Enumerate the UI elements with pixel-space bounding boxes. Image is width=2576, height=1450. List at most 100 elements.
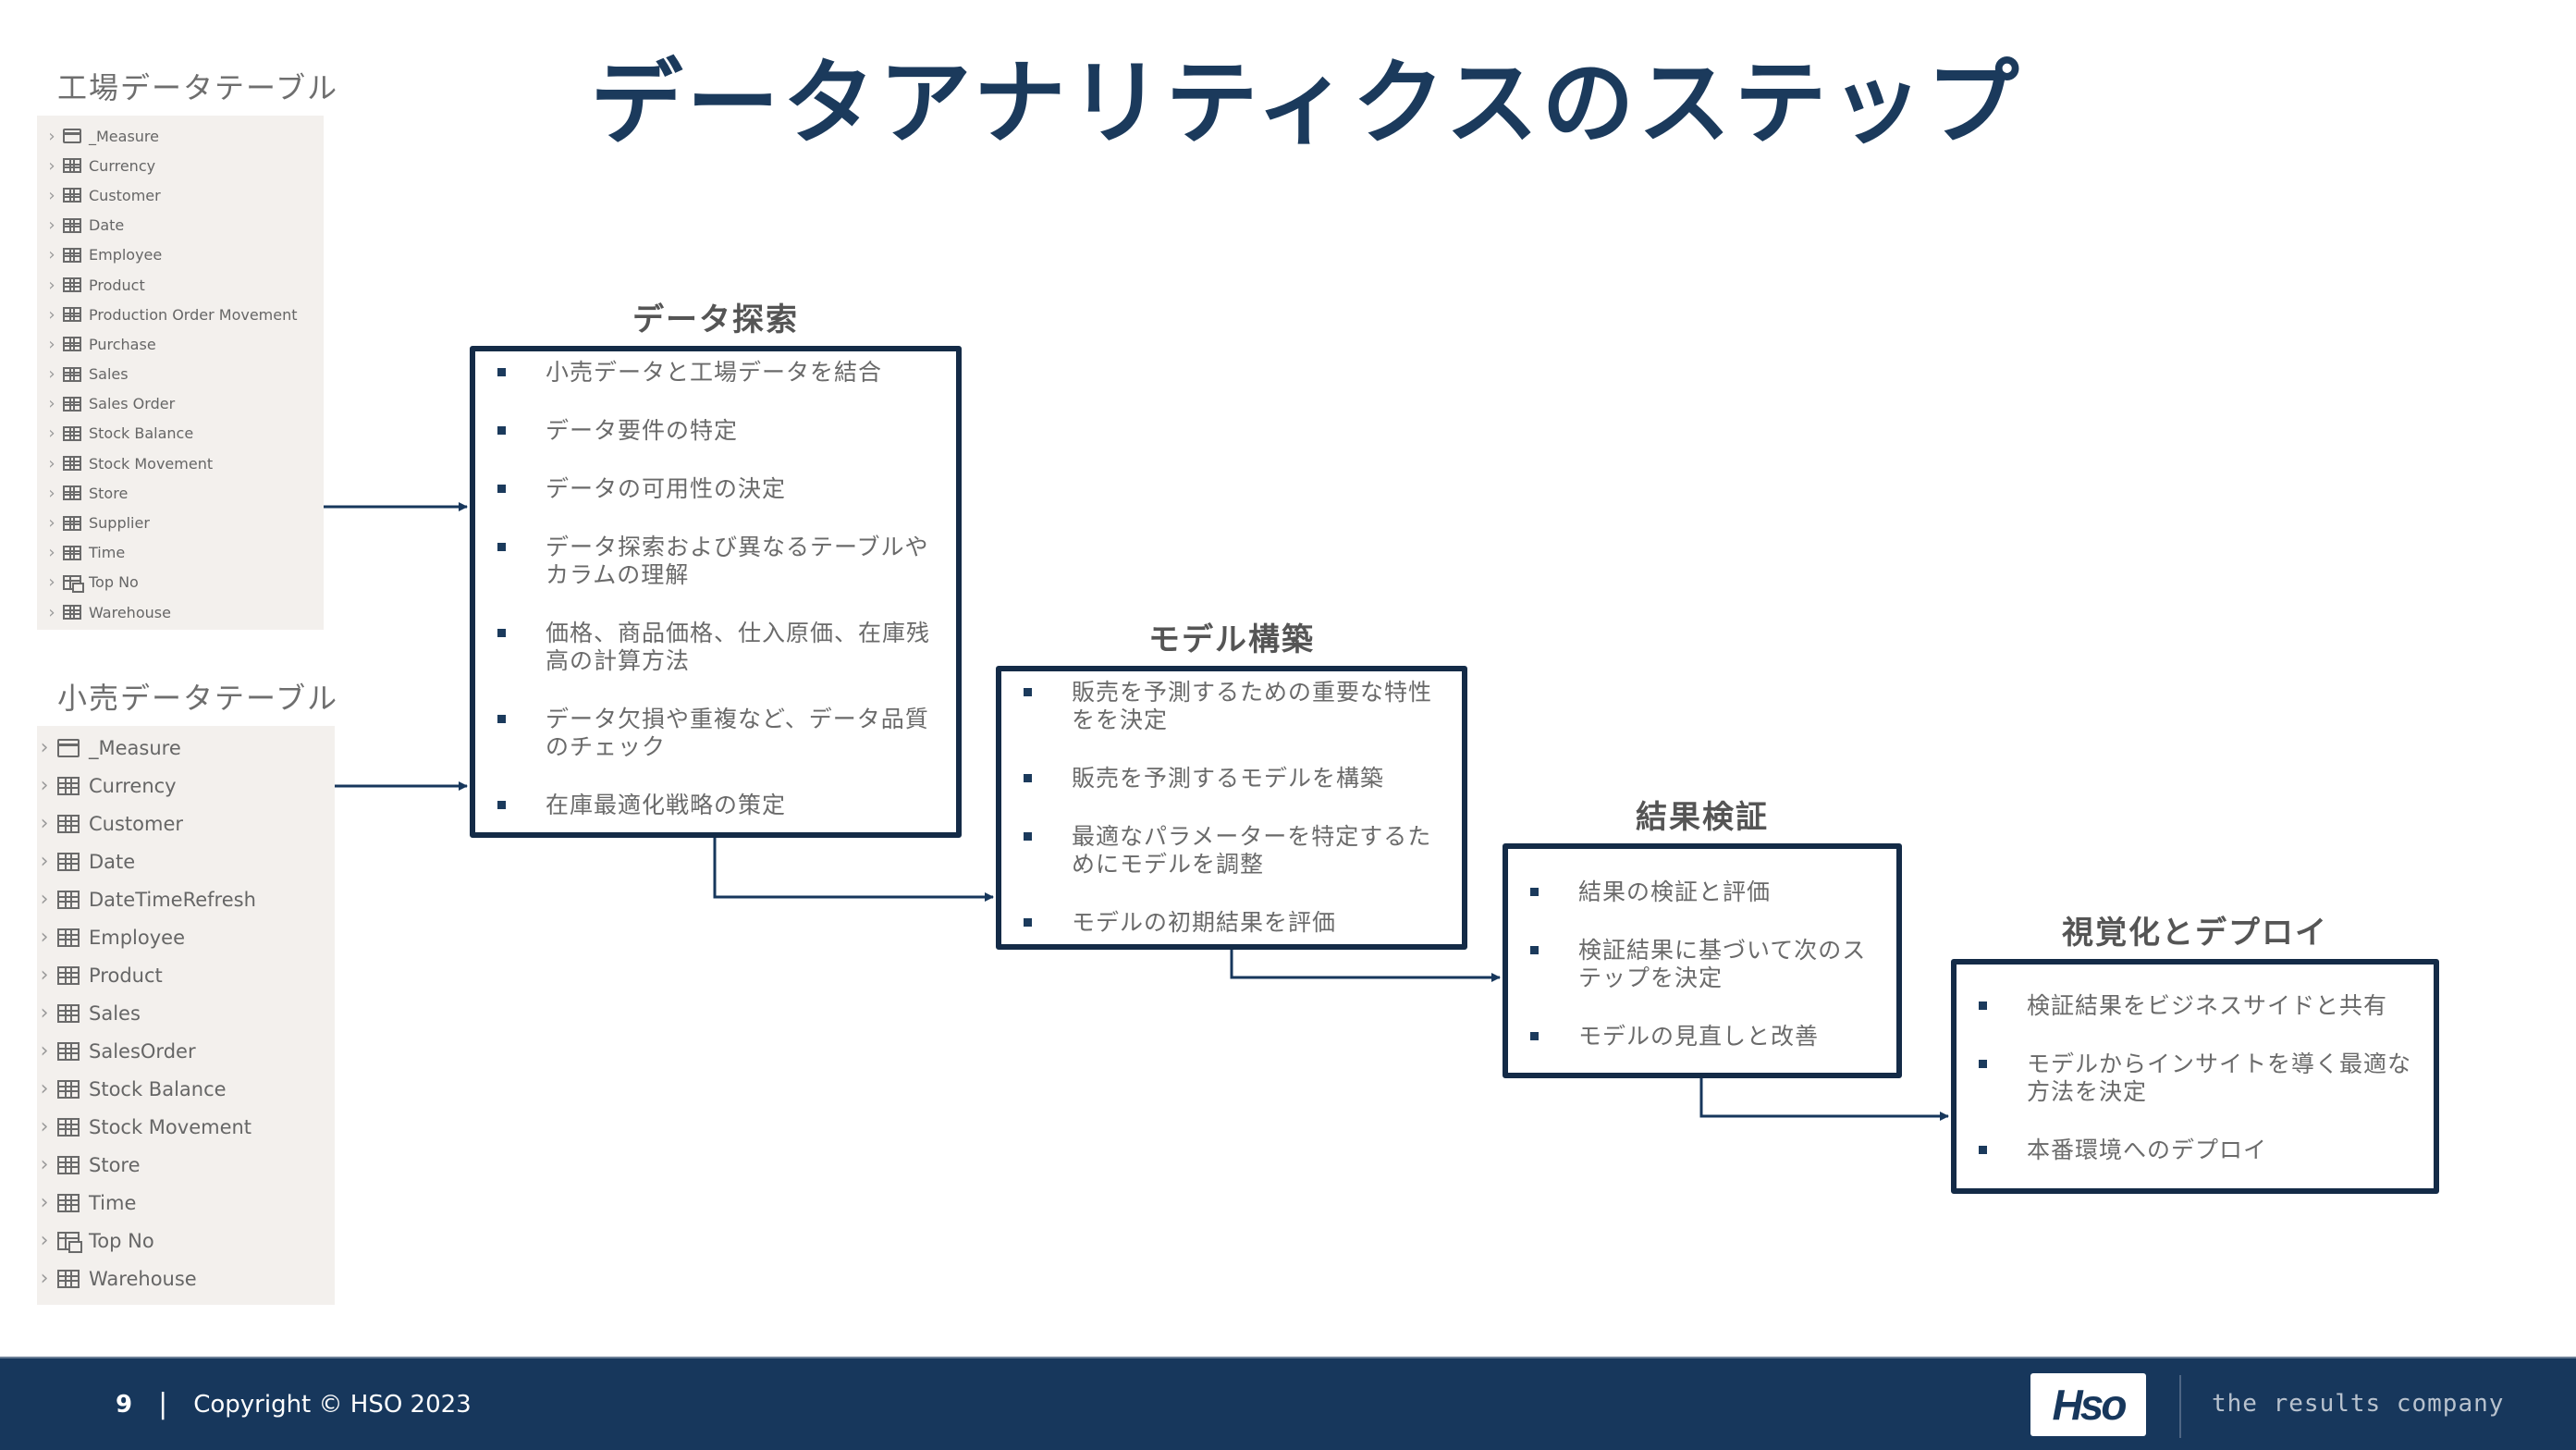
chevron-right-icon[interactable]: › [37,926,52,949]
table-list-item[interactable]: › Stock Movement [37,449,324,478]
chevron-right-icon[interactable]: › [37,1077,52,1100]
table-list-item[interactable]: › Product [37,270,324,300]
chevron-right-icon[interactable]: › [37,964,52,987]
chevron-right-icon[interactable]: › [44,364,59,384]
table-name: Sales [89,365,129,384]
chevron-right-icon[interactable]: › [44,245,59,264]
table-icon [63,605,81,621]
chevron-right-icon[interactable]: › [37,1153,52,1176]
table-name: Stock Movement [89,454,214,473]
chevron-right-icon[interactable]: › [44,603,59,622]
table-list-item[interactable]: › Stock Balance [37,419,324,449]
chevron-right-icon[interactable]: › [37,1267,52,1290]
chevron-right-icon[interactable]: › [37,1001,52,1025]
hso-logo: Hso [2030,1373,2146,1436]
chevron-right-icon[interactable]: › [44,276,59,295]
chevron-right-icon[interactable]: › [44,484,59,503]
chevron-right-icon[interactable]: › [44,572,59,592]
square-bullet-icon [497,368,506,376]
table-icon [57,890,80,909]
table-list-item[interactable]: › Employee [37,240,324,270]
table-name: Employee [89,926,186,949]
square-bullet-icon [1979,1060,1987,1068]
table-name: Supplier [89,514,150,533]
chevron-right-icon[interactable]: › [44,186,59,205]
table-list-item[interactable]: › Warehouse [37,597,324,627]
step-bullet-item: データ探索および異なるテーブルやカラムの理解 [492,534,938,589]
bullet-text: 結果の検証と評価 [1578,879,1772,905]
chevron-right-icon[interactable]: › [37,812,52,835]
table-icon [63,396,81,412]
chevron-right-icon[interactable]: › [37,850,52,873]
chevron-right-icon[interactable]: › [37,1229,52,1252]
chevron-right-icon[interactable]: › [44,127,59,146]
bullet-text: データ欠損や重複など、データ品質のチェック [546,706,929,760]
chevron-right-icon[interactable]: › [37,1115,52,1138]
chevron-right-icon[interactable]: › [37,736,52,759]
table-list-item[interactable]: › _Measure [37,729,335,767]
bullet-text: データ探索および異なるテーブルやカラムの理解 [546,534,929,588]
chevron-right-icon[interactable]: › [44,215,59,235]
table-list-item[interactable]: › Store [37,1146,335,1184]
table-icon [63,247,81,263]
table-name: Store [89,484,129,502]
chevron-right-icon[interactable]: › [44,335,59,354]
table-name: Product [89,276,145,294]
table-list-item[interactable]: › Date [37,211,324,240]
table-list-item[interactable]: › Sales Order [37,389,324,419]
table-list-item[interactable]: › DateTimeRefresh [37,880,335,918]
chevron-right-icon[interactable]: › [44,305,59,325]
table-list-item[interactable]: › Currency [37,767,335,805]
table-list-item[interactable]: › Customer [37,805,335,842]
arrow-model-to-validation [1230,950,1501,982]
table-list-item[interactable]: › Time [37,1184,335,1222]
table-icon [63,545,81,560]
chevron-right-icon[interactable]: › [44,424,59,443]
table-list-item[interactable]: › Supplier [37,508,324,537]
calculated-table-icon [63,574,84,593]
table-list-item[interactable]: › Employee [37,918,335,956]
step-bullet-item: 小売データと工場データを結合 [492,359,938,387]
square-bullet-icon [497,485,506,493]
table-list-item[interactable]: › Top No [37,568,324,597]
table-icon [63,515,81,531]
step-bullet-item: 検証結果をビジネスサイドと共有 [1973,992,2415,1020]
bullet-text: 販売を予測するための重要な特性をを決定 [1072,679,1433,733]
chevron-right-icon[interactable]: › [37,888,52,911]
table-list-item[interactable]: › Date [37,842,335,880]
table-list-item[interactable]: › Stock Balance [37,1070,335,1108]
step-bullet-item: 検証結果に基づいて次のステップを決定 [1525,937,1878,992]
table-name: Stock Movement [89,1115,252,1138]
table-list-item[interactable]: › Customer [37,180,324,210]
table-list-item[interactable]: › Purchase [37,329,324,359]
step-bullet-item: モデルからインサイトを導く最適な方法を決定 [1973,1051,2415,1106]
table-list-item[interactable]: › Stock Movement [37,1108,335,1146]
table-list-item[interactable]: › Sales [37,994,335,1032]
table-name: Customer [89,186,161,204]
chevron-right-icon[interactable]: › [44,543,59,562]
chevron-right-icon[interactable]: › [37,1191,52,1214]
chevron-right-icon[interactable]: › [37,774,52,797]
chevron-right-icon[interactable]: › [44,394,59,413]
table-list-item[interactable]: › Time [37,538,324,568]
table-list-item[interactable]: › _Measure [37,121,324,151]
square-bullet-icon [1024,688,1032,696]
square-bullet-icon [1530,946,1539,954]
table-name: Top No [89,573,139,592]
step-bullet-item: モデルの見直しと改善 [1525,1023,1878,1051]
chevron-right-icon[interactable]: › [44,513,59,533]
chevron-right-icon[interactable]: › [44,156,59,176]
table-name: Time [89,1191,137,1214]
table-list-item[interactable]: › Sales [37,360,324,389]
chevron-right-icon[interactable]: › [44,454,59,473]
table-list-item[interactable]: › Top No [37,1222,335,1260]
table-list-item[interactable]: › Currency [37,151,324,180]
bullet-text: 最適なパラメーターを特定するためにモデルを調整 [1072,823,1432,878]
table-list-item[interactable]: › SalesOrder [37,1032,335,1070]
table-list-item[interactable]: › Product [37,956,335,994]
table-icon [57,852,80,871]
table-list-item[interactable]: › Production Order Movement [37,300,324,329]
table-list-item[interactable]: › Warehouse [37,1260,335,1297]
chevron-right-icon[interactable]: › [37,1039,52,1063]
table-list-item[interactable]: › Store [37,478,324,508]
